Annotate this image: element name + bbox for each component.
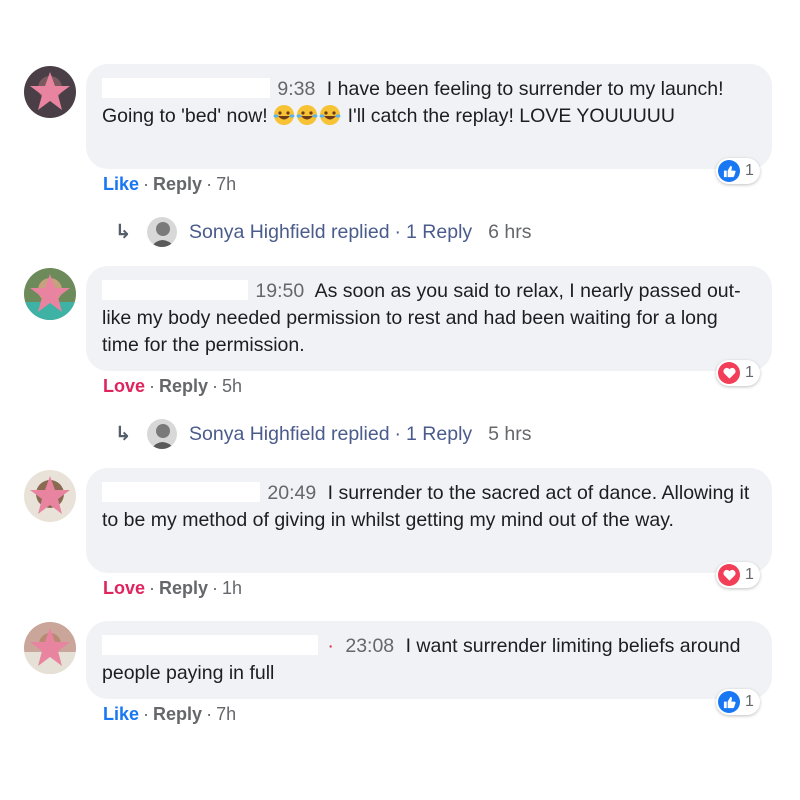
reaction-count-value: 1 — [745, 693, 754, 710]
love-button[interactable]: Love — [103, 376, 145, 396]
reply-button[interactable]: Reply — [153, 704, 202, 724]
separator: · — [143, 174, 150, 194]
reply-button[interactable]: Reply — [159, 376, 208, 396]
avatar[interactable] — [24, 66, 76, 118]
reaction-count-value: 1 — [745, 566, 754, 583]
timestamp[interactable]: 9:38 — [277, 78, 315, 100]
reply-button[interactable]: Reply — [159, 578, 208, 598]
replier-avatar — [147, 419, 177, 449]
comment-text-cont: I'll catch the replay! LOVE YOUUUUU — [347, 105, 675, 127]
avatar[interactable] — [24, 268, 76, 320]
love-icon — [718, 564, 740, 586]
separator: · — [143, 704, 150, 724]
reaction-count[interactable]: 1 — [716, 562, 760, 588]
separator: · — [327, 635, 334, 657]
separator: · — [206, 174, 213, 194]
timestamp[interactable]: 20:49 — [267, 482, 316, 504]
redacted-author-name[interactable] — [102, 634, 318, 655]
reaction-count[interactable]: 1 — [716, 158, 760, 184]
redacted-author-name[interactable] — [102, 77, 270, 98]
timestamp[interactable]: 19:50 — [255, 280, 304, 302]
tears-of-joy-icon — [319, 105, 341, 125]
comment-bubble: 9:38 I have been feeling to surrender to… — [86, 64, 772, 169]
tears-of-joy-icon — [273, 105, 295, 125]
reply-age: 6 hrs — [488, 220, 532, 243]
separator: · — [149, 578, 156, 598]
comment-age[interactable]: 1h — [222, 578, 242, 598]
comment-actions: Like · Reply · 7h — [103, 174, 236, 195]
like-icon — [718, 691, 740, 713]
reply-age: 5 hrs — [488, 422, 532, 445]
love-button[interactable]: Love — [103, 578, 145, 598]
comment-actions: Love · Reply · 5h — [103, 376, 242, 397]
replier-name[interactable]: Sonya Highfield replied — [189, 221, 390, 244]
comment-bubble: 20:49 I surrender to the sacred act of d… — [86, 468, 772, 573]
separator: · — [394, 422, 402, 445]
reply-count[interactable]: 1 Reply — [406, 423, 472, 446]
avatar[interactable] — [24, 622, 76, 674]
separator: · — [206, 704, 213, 724]
tears-of-joy-icon — [296, 105, 318, 125]
timestamp[interactable]: 23:08 — [345, 635, 394, 657]
separator: · — [212, 578, 219, 598]
redacted-author-name[interactable] — [102, 481, 260, 502]
reaction-count-value: 1 — [745, 364, 754, 381]
comment-age[interactable]: 5h — [222, 376, 242, 396]
replier-name[interactable]: Sonya Highfield replied — [189, 423, 390, 446]
separator: · — [394, 220, 402, 243]
reply-count[interactable]: 1 Reply — [406, 221, 472, 244]
comment-bubble: · 23:08 I want surrender limiting belief… — [86, 621, 772, 699]
like-button[interactable]: Like — [103, 704, 139, 724]
view-replies[interactable]: ↳ Sonya Highfield replied · 1 Reply 5 hr… — [115, 419, 532, 449]
reply-arrow-icon: ↳ — [115, 221, 132, 243]
comment-age[interactable]: 7h — [216, 174, 236, 194]
comment-actions: Like · Reply · 7h — [103, 704, 236, 725]
reaction-count[interactable]: 1 — [716, 689, 760, 715]
like-button[interactable]: Like — [103, 174, 139, 194]
separator: · — [149, 376, 156, 396]
replier-avatar — [147, 217, 177, 247]
separator: · — [212, 376, 219, 396]
comment-actions: Love · Reply · 1h — [103, 578, 242, 599]
avatar[interactable] — [24, 470, 76, 522]
reaction-count-value: 1 — [745, 162, 754, 179]
reply-button[interactable]: Reply — [153, 174, 202, 194]
redacted-author-name[interactable] — [102, 279, 248, 300]
comment-bubble: 19:50 As soon as you said to relax, I ne… — [86, 266, 772, 371]
comment-age[interactable]: 7h — [216, 704, 236, 724]
reaction-count[interactable]: 1 — [716, 360, 760, 386]
view-replies[interactable]: ↳ Sonya Highfield replied · 1 Reply 6 hr… — [115, 217, 532, 247]
reply-arrow-icon: ↳ — [115, 423, 132, 445]
emoji-group — [273, 105, 347, 127]
like-icon — [718, 160, 740, 182]
love-icon — [718, 362, 740, 384]
